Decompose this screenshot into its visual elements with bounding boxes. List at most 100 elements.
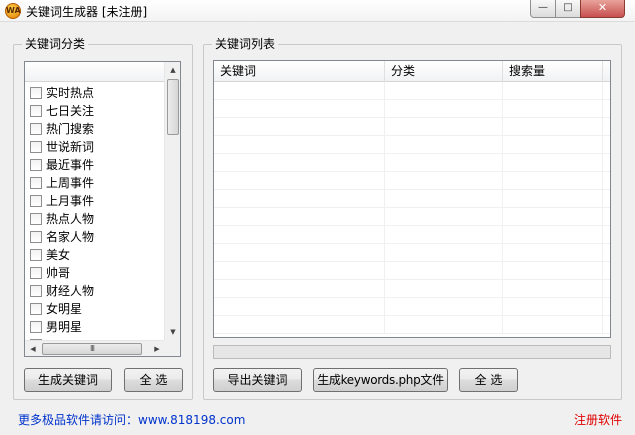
column-header-search-volume[interactable]: 搜索量 bbox=[503, 61, 603, 82]
category-item[interactable]: 财经人物 bbox=[25, 282, 165, 300]
category-checkbox[interactable] bbox=[30, 105, 42, 117]
category-item[interactable]: 最近事件 bbox=[25, 156, 165, 174]
category-checkbox[interactable] bbox=[30, 267, 42, 279]
table-cell bbox=[214, 172, 385, 190]
table-row[interactable] bbox=[214, 298, 610, 316]
category-item[interactable]: 美女 bbox=[25, 246, 165, 264]
category-checkbox[interactable] bbox=[30, 177, 42, 189]
select-all-categories-button[interactable]: 全 选 bbox=[124, 368, 183, 392]
category-vertical-scrollbar[interactable]: ▲ ▼ bbox=[164, 62, 180, 340]
category-item[interactable]: 热门搜索 bbox=[25, 120, 165, 138]
vertical-scroll-thumb[interactable] bbox=[167, 79, 179, 135]
scroll-up-arrow-icon[interactable]: ▲ bbox=[165, 62, 180, 78]
window-title: 关键词生成器 [未注册] bbox=[26, 5, 148, 19]
table-cell bbox=[503, 82, 603, 100]
table-row[interactable] bbox=[214, 82, 610, 100]
table-row[interactable] bbox=[214, 172, 610, 190]
generate-php-file-button[interactable]: 生成keywords.php文件 bbox=[313, 368, 448, 392]
table-row[interactable] bbox=[214, 208, 610, 226]
category-checkbox[interactable] bbox=[30, 213, 42, 225]
title-bar[interactable]: WA 关键词生成器 [未注册] — □ ✕ bbox=[0, 0, 635, 22]
table-cell bbox=[385, 226, 503, 244]
category-checkbox[interactable] bbox=[30, 249, 42, 261]
category-checkbox[interactable] bbox=[30, 303, 42, 315]
category-item[interactable]: 帅哥 bbox=[25, 264, 165, 282]
keyword-table-body bbox=[214, 82, 610, 337]
category-checkbox[interactable] bbox=[30, 231, 42, 243]
table-row[interactable] bbox=[214, 316, 610, 334]
category-label: 女明星 bbox=[46, 302, 83, 316]
table-cell bbox=[385, 82, 503, 100]
app-window: WA 关键词生成器 [未注册] — □ ✕ 关键词分类 实时热点 七日关注热门搜索… bbox=[0, 0, 635, 435]
generate-keywords-button[interactable]: 生成关键词 bbox=[24, 368, 112, 392]
scroll-corner bbox=[164, 340, 180, 356]
table-cell bbox=[214, 244, 385, 262]
register-link[interactable]: 注册软件 bbox=[574, 411, 622, 428]
category-checkbox[interactable] bbox=[30, 285, 42, 297]
category-checkbox[interactable] bbox=[30, 87, 42, 99]
category-item[interactable]: 男明星 bbox=[25, 318, 165, 336]
category-item[interactable]: 实时热点 bbox=[25, 84, 165, 102]
category-checkbox[interactable] bbox=[30, 321, 42, 333]
export-keywords-button[interactable]: 导出关键词 bbox=[213, 368, 302, 392]
scroll-right-arrow-icon[interactable]: ▶ bbox=[149, 341, 165, 356]
maximize-button[interactable]: □ bbox=[555, 0, 581, 18]
table-row[interactable] bbox=[214, 226, 610, 244]
category-list[interactable]: 实时热点 七日关注热门搜索世说新词最近事件 上周事件上月事件热点人物名家人物美女帅哥… bbox=[24, 61, 181, 357]
table-row[interactable] bbox=[214, 280, 610, 298]
scroll-down-arrow-icon[interactable]: ▼ bbox=[165, 324, 180, 340]
table-cell bbox=[385, 316, 503, 334]
category-label: 财经人物 bbox=[46, 284, 95, 298]
table-cell bbox=[503, 100, 603, 118]
category-horizontal-scrollbar[interactable]: ◀ III ▶ bbox=[25, 340, 165, 356]
table-cell bbox=[214, 298, 385, 316]
table-row[interactable] bbox=[214, 154, 610, 172]
table-cell bbox=[214, 190, 385, 208]
category-item[interactable]: 七日关注 bbox=[25, 102, 165, 120]
table-cell bbox=[385, 262, 503, 280]
category-item[interactable]: 热点人物 bbox=[25, 210, 165, 228]
category-label: 热门搜索 bbox=[46, 122, 95, 136]
category-item[interactable]: 上周事件 bbox=[25, 174, 165, 192]
category-item[interactable]: 上月事件 bbox=[25, 192, 165, 210]
category-label: 世说新词 bbox=[46, 140, 95, 154]
table-row[interactable] bbox=[214, 262, 610, 280]
scroll-left-arrow-icon[interactable]: ◀ bbox=[25, 341, 41, 356]
table-cell bbox=[503, 172, 603, 190]
close-button[interactable]: ✕ bbox=[580, 0, 625, 18]
keyword-table[interactable]: 关键词 分类 搜索量 bbox=[213, 60, 611, 338]
category-checkbox[interactable] bbox=[30, 123, 42, 135]
table-cell bbox=[214, 208, 385, 226]
table-cell bbox=[503, 118, 603, 136]
select-all-keywords-button[interactable]: 全 选 bbox=[459, 368, 518, 392]
horizontal-scroll-thumb[interactable]: III bbox=[42, 343, 142, 355]
category-label: 名家人物 bbox=[46, 230, 95, 244]
category-checkbox[interactable] bbox=[30, 195, 42, 207]
table-cell bbox=[503, 190, 603, 208]
category-item[interactable]: 女明星 bbox=[25, 300, 165, 318]
table-cell bbox=[214, 226, 385, 244]
category-checkbox[interactable] bbox=[30, 159, 42, 171]
category-items: 实时热点 七日关注热门搜索世说新词最近事件 上周事件上月事件热点人物名家人物美女帅哥… bbox=[25, 84, 165, 354]
table-row[interactable] bbox=[214, 118, 610, 136]
category-checkbox[interactable] bbox=[30, 141, 42, 153]
table-cell bbox=[214, 136, 385, 154]
column-header-category[interactable]: 分类 bbox=[385, 61, 503, 82]
category-item[interactable]: 世说新词 bbox=[25, 138, 165, 156]
category-label: 上月事件 bbox=[46, 194, 95, 208]
table-row[interactable] bbox=[214, 244, 610, 262]
category-label: 帅哥 bbox=[46, 266, 71, 280]
table-cell bbox=[385, 190, 503, 208]
table-row[interactable] bbox=[214, 190, 610, 208]
table-cell bbox=[385, 280, 503, 298]
table-cell bbox=[503, 226, 603, 244]
column-header-keyword[interactable]: 关键词 bbox=[214, 61, 385, 82]
website-link[interactable]: 更多极品软件请访问：www.818198.com bbox=[18, 411, 245, 428]
table-row[interactable] bbox=[214, 100, 610, 118]
table-cell bbox=[503, 244, 603, 262]
category-item[interactable]: 名家人物 bbox=[25, 228, 165, 246]
table-row[interactable] bbox=[214, 136, 610, 154]
table-cell bbox=[214, 100, 385, 118]
progress-bar bbox=[213, 345, 611, 359]
minimize-button[interactable]: — bbox=[530, 0, 556, 18]
